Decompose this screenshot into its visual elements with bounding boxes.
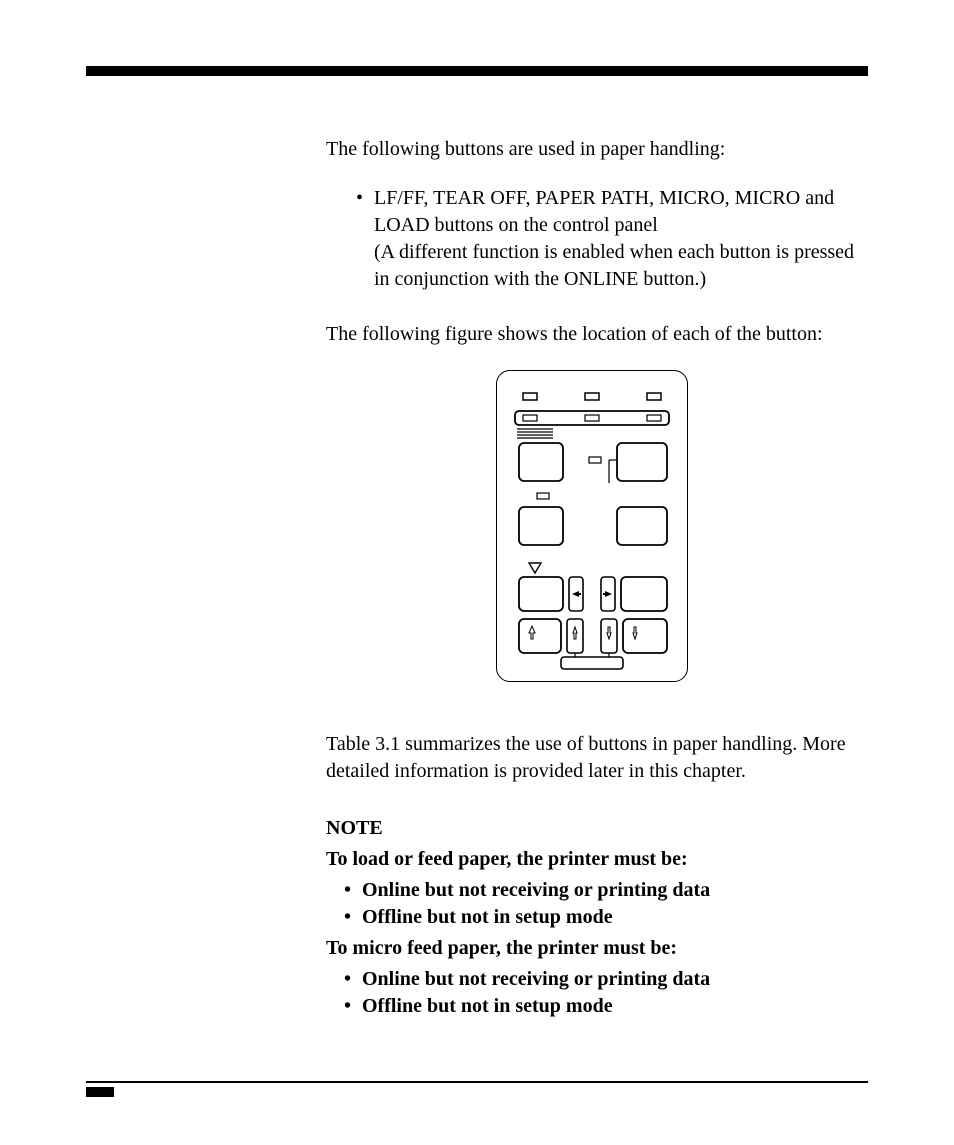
top-rule (86, 66, 868, 76)
note-block: NOTE To load or feed paper, the printer … (326, 815, 858, 1020)
panel-svg (497, 371, 687, 681)
note-list-2: Online but not receiving or printing dat… (326, 966, 858, 1020)
note-item: Online but not receiving or printing dat… (344, 877, 858, 904)
bullet-item: LF/FF, TEAR OFF, PAPER PATH, MICRO, MICR… (356, 185, 858, 293)
intro-paragraph: The following buttons are used in paper … (326, 136, 858, 163)
note-list-1: Online but not receiving or printing dat… (326, 877, 858, 931)
figure-container (326, 370, 858, 689)
note-item: Offline but not in setup mode (344, 993, 858, 1020)
control-panel-diagram (496, 370, 688, 682)
note-line-1: To load or feed paper, the printer must … (326, 846, 858, 873)
summary-paragraph: Table 3.1 summarizes the use of buttons … (326, 731, 858, 785)
document-page: The following buttons are used in paper … (0, 0, 954, 1145)
note-line-2: To micro feed paper, the printer must be… (326, 935, 858, 962)
note-item: Offline but not in setup mode (344, 904, 858, 931)
page-content: The following buttons are used in paper … (326, 136, 858, 1020)
bottom-rule (86, 1081, 868, 1083)
note-heading: NOTE (326, 815, 858, 842)
button-bullet-list: LF/FF, TEAR OFF, PAPER PATH, MICRO, MICR… (326, 185, 858, 293)
figure-intro-paragraph: The following figure shows the location … (326, 321, 858, 348)
bullet-text: LF/FF, TEAR OFF, PAPER PATH, MICRO, MICR… (374, 187, 834, 236)
note-item: Online but not receiving or printing dat… (344, 966, 858, 993)
bottom-thick-accent (86, 1087, 114, 1097)
bullet-subtext: (A different function is enabled when ea… (374, 241, 854, 290)
